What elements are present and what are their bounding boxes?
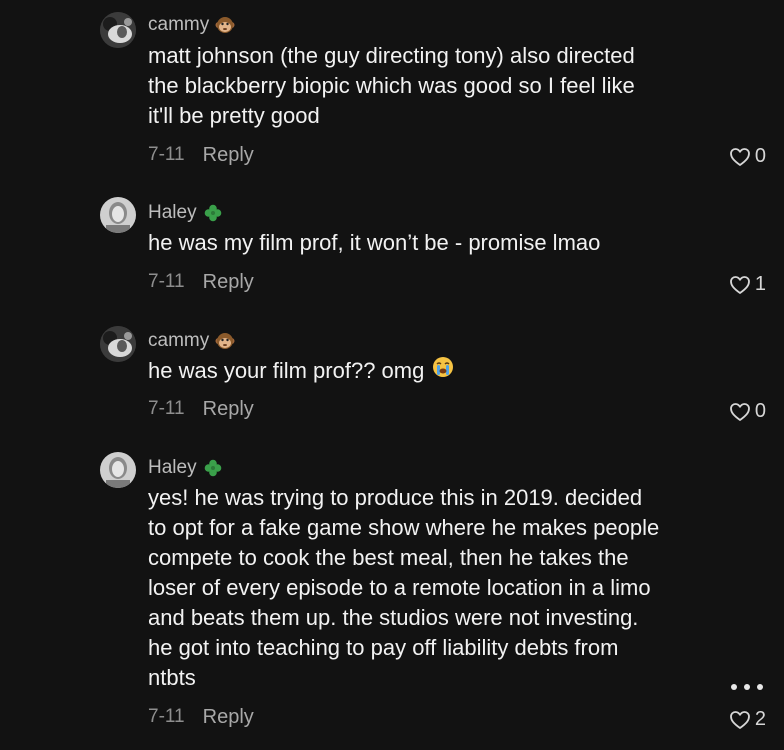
username[interactable]: Haley (148, 202, 197, 224)
comment-text: he was my film prof, it won’t be - promi… (148, 228, 708, 258)
avatar[interactable] (100, 12, 136, 48)
comment-author[interactable]: cammy (148, 330, 235, 352)
like-button[interactable]: 0 (729, 400, 766, 423)
comment-line: to opt for a fake game show where he mak… (148, 515, 660, 540)
like-count: 0 (754, 145, 766, 167)
comment-line-wrap: he was your film prof?? omg (148, 356, 708, 386)
comment-line: and beats them up. the studios were not … (148, 605, 639, 630)
comment-date: 7-11 (148, 398, 185, 419)
comment-meta: 7-11 Reply (148, 144, 254, 167)
heart-icon[interactable] (729, 402, 751, 422)
comment-author[interactable]: cammy (148, 14, 235, 36)
reply-button[interactable]: Reply (203, 144, 254, 167)
heart-icon[interactable] (729, 147, 751, 167)
comment-date: 7-11 (148, 271, 185, 292)
comment-text: he was your film prof?? omg (148, 356, 708, 386)
like-button[interactable]: 2 (729, 708, 766, 731)
more-horizontal-icon[interactable] (730, 680, 764, 691)
comment-line: loser of every episode to a remote locat… (148, 575, 651, 600)
avatar[interactable] (100, 452, 136, 488)
like-count: 2 (754, 708, 766, 730)
like-button[interactable]: 1 (729, 273, 766, 296)
comment-line: matt johnson (the guy directing tony) al… (148, 43, 635, 68)
comment-meta: 7-11 Reply (148, 271, 254, 294)
comment-line: it'll be pretty good (148, 103, 320, 128)
comment-meta: 7-11 Reply (148, 398, 254, 421)
avatar[interactable] (100, 326, 136, 362)
comment-author[interactable]: Haley (148, 457, 223, 479)
reply-button[interactable]: Reply (203, 271, 254, 294)
like-count: 1 (754, 273, 766, 295)
username[interactable]: Haley (148, 457, 197, 479)
comment-text: yes! he was trying to produce this in 20… (148, 483, 708, 693)
comment-date: 7-11 (148, 144, 185, 165)
username[interactable]: cammy (148, 330, 209, 352)
comment-text: matt johnson (the guy directing tony) al… (148, 41, 708, 131)
reply-button[interactable]: Reply (203, 398, 254, 421)
comment-line: compete to cook the best meal, then he t… (148, 545, 629, 570)
comment-line: he was my film prof, it won’t be - promi… (148, 230, 601, 255)
like-button[interactable]: 0 (729, 145, 766, 168)
comment-line: the blackberry biopic which was good so … (148, 73, 635, 98)
comment-line: yes! he was trying to produce this in 20… (148, 485, 643, 510)
reply-button[interactable]: Reply (203, 706, 254, 729)
comment-meta: 7-11 Reply (148, 706, 254, 729)
heart-icon[interactable] (729, 275, 751, 295)
avatar[interactable] (100, 197, 136, 233)
four-leaf-clover-icon (203, 458, 223, 478)
comment-line: he was your film prof?? omg (148, 358, 425, 383)
comment-line: ntbts (148, 665, 196, 690)
comment-line: he got into teaching to pay off liabilit… (148, 635, 619, 660)
monkey-face-icon (215, 331, 235, 351)
username[interactable]: cammy (148, 14, 209, 36)
monkey-face-icon (215, 15, 235, 35)
loudly-crying-face-icon (432, 356, 454, 386)
comment-date: 7-11 (148, 706, 185, 727)
heart-icon[interactable] (729, 710, 751, 730)
like-count: 0 (754, 400, 766, 422)
four-leaf-clover-icon (203, 203, 223, 223)
comment-author[interactable]: Haley (148, 202, 223, 224)
